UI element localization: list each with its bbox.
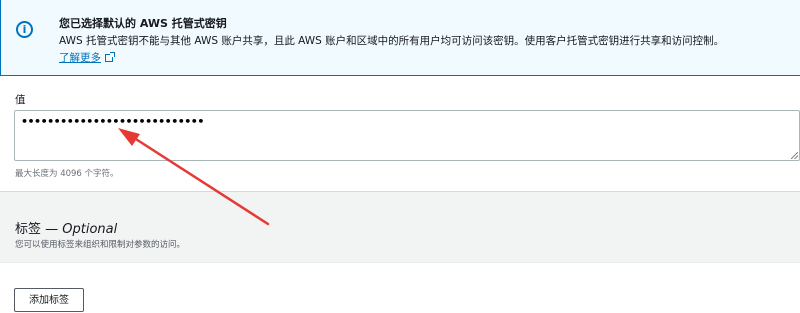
tags-optional-label: — Optional <box>45 222 118 237</box>
info-body: AWS 托管式密钥不能与其他 AWS 账户共享，且此 AWS 账户和区域中的所有… <box>59 35 725 47</box>
value-label: 值 <box>15 94 26 106</box>
add-tag-button[interactable]: 添加标签 <box>14 288 84 312</box>
info-alert: i 您已选择默认的 AWS 托管式密钥 AWS 托管式密钥不能与其他 AWS 账… <box>0 0 800 76</box>
resize-handle-icon[interactable] <box>791 152 798 159</box>
info-title: 您已选择默认的 AWS 托管式密钥 <box>59 17 227 30</box>
value-textarea[interactable]: •••••••••••••••••••••••••••• <box>14 110 800 161</box>
tags-description: 您可以使用标签来组织和限制对参数的访问。 <box>15 240 186 250</box>
learn-more-link[interactable]: 了解更多 <box>59 50 115 65</box>
tags-section-header: 标签 — Optional 您可以使用标签来组织和限制对参数的访问。 <box>0 192 800 263</box>
info-circle-icon: i <box>16 21 33 38</box>
external-link-icon <box>105 52 115 62</box>
tags-title: 标签 — Optional <box>15 218 117 237</box>
masked-value: •••••••••••••••••••••••••••• <box>21 115 204 128</box>
max-length-hint: 最大长度为 4096 个字符。 <box>15 169 119 179</box>
tags-title-label: 标签 <box>15 222 42 237</box>
learn-more-label: 了解更多 <box>59 52 101 64</box>
